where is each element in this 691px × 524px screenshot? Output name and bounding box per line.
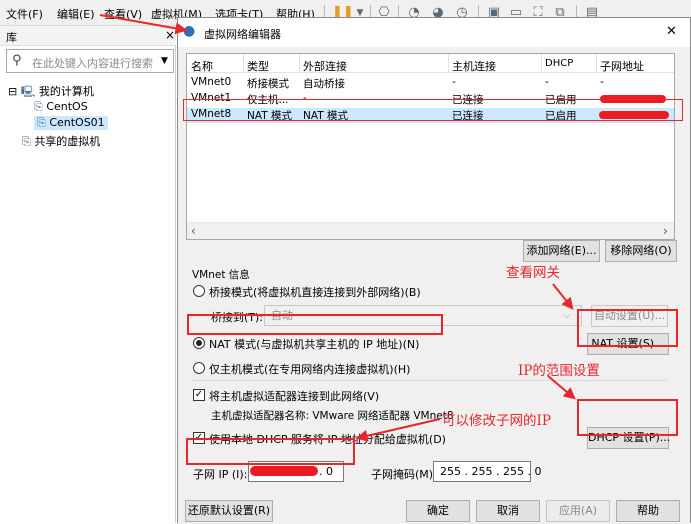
arrow-to-dialog (99, 14, 188, 35)
annotation-arrows (99, 14, 576, 442)
arrow-to-dhcp-settings (547, 375, 576, 400)
arrow-to-subnet-ip (355, 418, 441, 442)
arrow-to-nat-settings (552, 283, 574, 310)
